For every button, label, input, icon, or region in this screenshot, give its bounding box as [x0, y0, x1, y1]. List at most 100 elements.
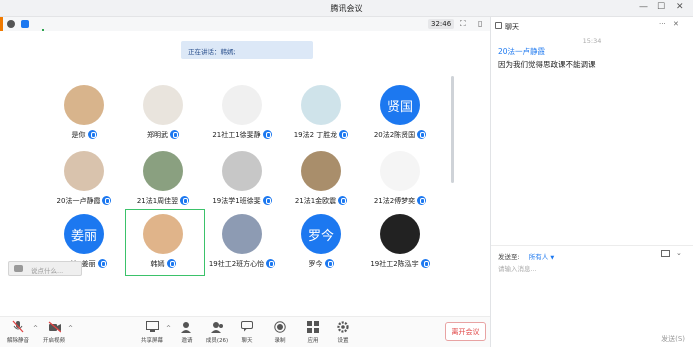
avatar: [380, 151, 420, 191]
participant-name: 罗今: [308, 260, 323, 268]
avatar: [301, 85, 341, 125]
mic-icon: [338, 195, 348, 205]
orange-indicator: [0, 17, 3, 31]
video-options-chevron-icon[interactable]: ^: [68, 325, 73, 332]
maximize-icon[interactable]: ☐: [657, 2, 665, 12]
chat-bubble-icon: [14, 265, 23, 272]
settings-button[interactable]: 设置: [325, 320, 361, 344]
signal-icon: [36, 21, 44, 36]
layout-icon[interactable]: ▯: [478, 19, 482, 28]
mic-icon: [166, 258, 176, 268]
file-icon[interactable]: [661, 250, 670, 257]
participant-name: 21法1周佳翌: [136, 197, 179, 205]
chat-compose: 发送至: 所有人 ▼ ⌄ 请输入消息... 发送(S): [491, 245, 693, 347]
participant-name: 20法2陈贤国: [373, 131, 416, 139]
apps-label: 应用: [307, 338, 319, 344]
send-to-value[interactable]: 所有人: [529, 253, 549, 261]
chat-button[interactable]: 聊天: [229, 320, 265, 344]
avatar: [143, 85, 183, 125]
avatar: [301, 151, 341, 191]
send-to-label: 发送至:: [498, 253, 520, 261]
mic-icon: [417, 195, 427, 205]
chat-panel-title: 聊天: [505, 23, 519, 31]
mic-icon: [97, 258, 107, 268]
start-video-label: 开启视频: [42, 338, 65, 344]
quick-chat-placeholder: 说点什么...: [31, 267, 64, 275]
participant-name: 19社工2班方心怡: [208, 260, 265, 268]
invite-label: 邀请: [181, 338, 193, 344]
share-screen-label: 共享屏幕: [140, 338, 163, 344]
close-icon[interactable]: ✕: [676, 2, 684, 12]
info-icon[interactable]: [7, 20, 15, 28]
chat-message-input[interactable]: 请输入消息...: [498, 263, 537, 273]
participant-name: 21法1金欧震: [294, 197, 337, 205]
chevron-down-icon: ▼: [550, 255, 555, 261]
mic-icon: [180, 195, 190, 205]
avatar: [143, 151, 183, 191]
record-button[interactable]: 录制: [262, 320, 298, 344]
message-timestamp: 15:34: [582, 37, 602, 45]
chat-label: 聊天: [241, 338, 253, 344]
send-to-selector[interactable]: 发送至: 所有人 ▼: [498, 251, 554, 261]
chat-panel: 聊天 ··· ✕ 15:34 20法一卢静霞 因为我们觉得思政课不能调课 发送至…: [491, 17, 693, 347]
avatar: 贤国: [380, 85, 420, 125]
participant-name-row: 21法2傅梦奕: [348, 195, 452, 206]
share-screen-icon: [145, 320, 159, 333]
mic-muted-icon: [12, 320, 25, 333]
participant-name: 郑明武: [147, 131, 168, 139]
participant-name-row: 19社工2陈泓宇: [348, 258, 452, 269]
send-button[interactable]: 发送(S): [661, 334, 685, 344]
avatar: [143, 214, 183, 254]
participant-name: 21法2傅梦奕: [373, 197, 416, 205]
mic-icon: [417, 129, 427, 139]
quick-chat-input[interactable]: 说点什么...: [8, 261, 82, 276]
unmute-button[interactable]: 解除静音: [0, 320, 36, 344]
leave-meeting-button[interactable]: 离开会议: [445, 322, 486, 341]
unmute-label: 解除静音: [6, 338, 29, 344]
mic-icon: [170, 129, 179, 139]
participant-tile[interactable]: 贤国 20法2陈贤国: [360, 77, 440, 149]
meeting-status-row: 32:46 ⛶ ▯: [0, 17, 490, 36]
participant-tile[interactable]: 19社工2陈泓宇: [360, 206, 440, 278]
participant-name: 韩嫣: [150, 260, 165, 268]
avatar: [64, 85, 104, 125]
attachment-options-icon[interactable]: ⌄: [676, 249, 682, 257]
speaking-indicator: 正在讲话：韩嫣;: [181, 41, 313, 59]
window-title: 腾讯会议: [330, 4, 363, 13]
avatar: [222, 214, 262, 254]
mic-icon: [87, 129, 97, 139]
participant-name: 19法学1班徐斐: [212, 197, 261, 205]
settings-label: 设置: [337, 338, 349, 344]
start-video-button[interactable]: 开启视频: [36, 320, 72, 344]
avatar: 罗今: [301, 214, 341, 254]
avatar: [380, 214, 420, 254]
invite-icon: [181, 320, 194, 333]
participant-name-row: 20法2陈贤国: [348, 129, 452, 140]
message-sender[interactable]: 20法一卢静霞: [498, 46, 545, 57]
gear-icon: [337, 320, 350, 333]
mic-icon: [324, 258, 334, 268]
record-label: 录制: [274, 338, 286, 344]
participant-name: 是你: [71, 131, 86, 139]
avatar: [222, 85, 262, 125]
minimize-icon[interactable]: —: [639, 2, 648, 12]
participant-name: 20法一卢静霞: [56, 197, 101, 205]
participant-name: 19法2 丁胜龙: [293, 131, 338, 139]
avatar: [64, 151, 104, 191]
apps-icon: [307, 320, 320, 333]
mic-icon: [420, 258, 430, 268]
chat-icon: [241, 320, 254, 333]
meeting-timer: 32:46: [428, 19, 455, 29]
share-screen-button[interactable]: 共享屏幕: [134, 320, 170, 344]
more-options-icon[interactable]: ···: [659, 20, 666, 28]
shield-icon[interactable]: [21, 20, 29, 28]
members-icon: [210, 320, 224, 333]
video-off-icon: [48, 320, 61, 333]
close-chat-icon[interactable]: ✕: [673, 20, 679, 28]
members-label: 成员(26): [205, 338, 229, 344]
message-text: 因为我们觉得思政课不能调课: [498, 60, 596, 69]
fullscreen-icon[interactable]: ⛶: [460, 19, 466, 29]
avatar: [222, 151, 262, 191]
record-icon: [274, 320, 287, 333]
participant-tile[interactable]: 21法2傅梦奕: [360, 143, 440, 215]
